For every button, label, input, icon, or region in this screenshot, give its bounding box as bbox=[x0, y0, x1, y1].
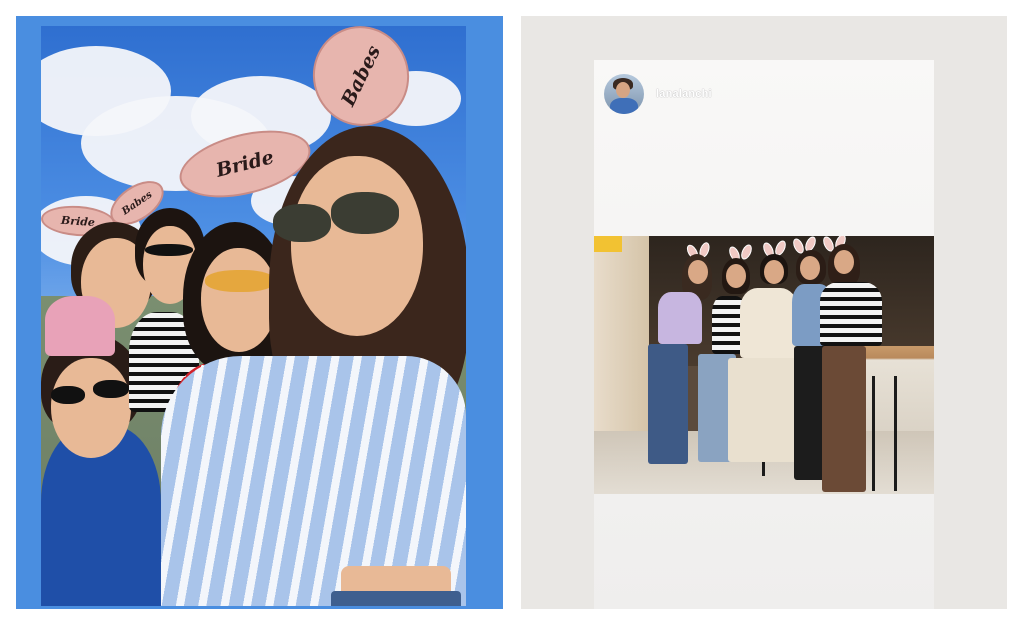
sunglasses bbox=[145, 244, 193, 256]
story-right-panel: lanalanchi bbox=[521, 16, 1007, 609]
person-head bbox=[726, 264, 746, 288]
avatar-body bbox=[610, 98, 638, 114]
sunglasses bbox=[331, 192, 399, 234]
person-face bbox=[201, 248, 277, 352]
avatar-face bbox=[616, 82, 630, 98]
ear-card-label: Babes bbox=[336, 42, 386, 110]
group-bar-photo bbox=[594, 236, 934, 494]
ear-card-label: Babes bbox=[119, 188, 155, 218]
reposted-story-card: lanalanchi bbox=[594, 60, 934, 609]
wall bbox=[594, 236, 649, 436]
sunglasses bbox=[273, 204, 331, 242]
story-collage: Babes Bride Bride Babes lanalanchi bbox=[0, 0, 1024, 625]
person-head bbox=[800, 256, 820, 280]
ear-card-label: Bride bbox=[213, 146, 277, 182]
person-top bbox=[740, 288, 798, 358]
sunglasses bbox=[93, 380, 129, 398]
selfie-photo: Babes Bride Bride Babes bbox=[41, 26, 466, 606]
person-pink-top bbox=[45, 296, 115, 356]
ear-card-label: Bride bbox=[60, 213, 96, 229]
person-head bbox=[688, 260, 708, 284]
person-top bbox=[820, 282, 882, 346]
person-face bbox=[291, 156, 423, 336]
repost-username[interactable]: lanalanchi bbox=[656, 88, 712, 100]
bar-stool bbox=[872, 376, 875, 491]
person-jeans bbox=[648, 344, 688, 464]
story-left-panel: Babes Bride Bride Babes bbox=[16, 16, 503, 609]
bar-stool bbox=[894, 376, 897, 491]
person-head bbox=[764, 260, 784, 284]
person-jeans bbox=[331, 591, 461, 606]
sunglasses bbox=[205, 270, 275, 292]
profile-avatar[interactable] bbox=[604, 74, 644, 114]
person-trousers bbox=[728, 358, 798, 462]
yellow-sign bbox=[594, 236, 622, 252]
repost-header[interactable]: lanalanchi bbox=[604, 74, 712, 114]
sunglasses bbox=[51, 386, 85, 404]
person-head bbox=[834, 250, 854, 274]
person-trousers bbox=[822, 346, 866, 492]
person-top bbox=[658, 292, 702, 344]
person-face bbox=[51, 358, 131, 458]
